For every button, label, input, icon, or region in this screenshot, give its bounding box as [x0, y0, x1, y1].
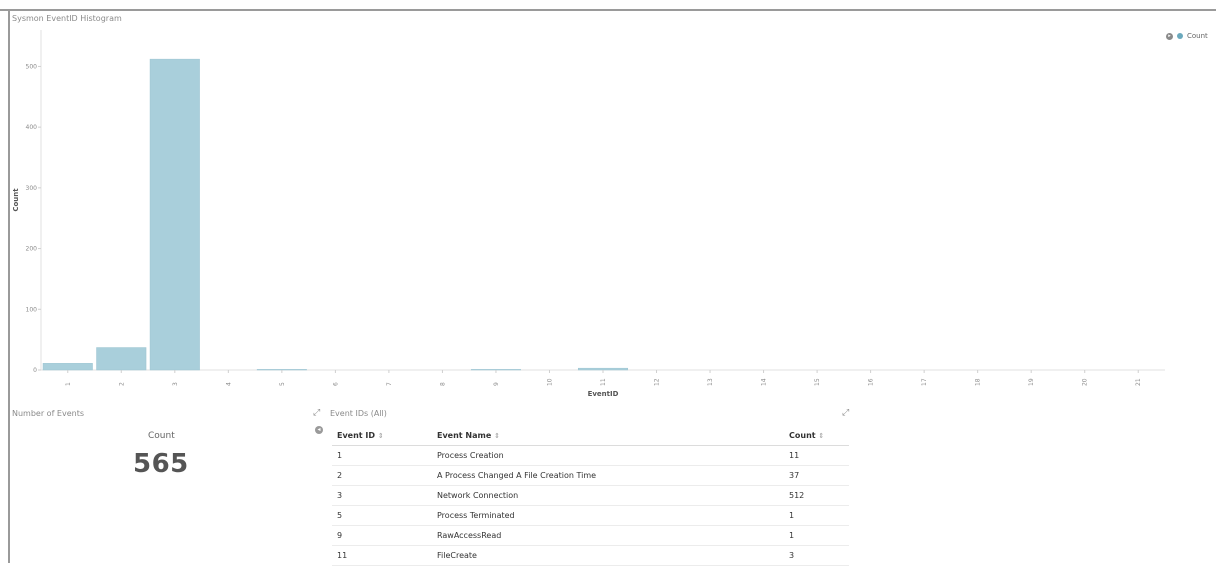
cell-event-name: Process Creation: [432, 445, 784, 466]
x-tick-label: 6: [332, 382, 339, 386]
column-label: Count: [789, 430, 816, 440]
x-tick-label: 1: [65, 382, 72, 386]
y-tick-label: 400: [26, 124, 38, 131]
table-panel-title: Event IDs (All): [330, 409, 387, 418]
x-tick-label: 13: [707, 378, 714, 386]
x-axis-title: EventID: [588, 390, 619, 398]
histogram-bar[interactable]: [256, 369, 307, 371]
table-row: 1 Process Creation 11: [332, 445, 849, 466]
sort-icon[interactable]: ⇕: [378, 432, 384, 440]
cell-event-id: 9: [332, 525, 432, 546]
y-tick-label: 0: [33, 367, 37, 374]
histogram-bar[interactable]: [149, 58, 200, 371]
y-tick-label: 500: [26, 63, 38, 70]
table-row: 2 A Process Changed A File Creation Time…: [332, 465, 849, 486]
column-label: Event Name: [437, 430, 492, 440]
column-label: Event ID: [337, 430, 376, 440]
y-tick-label: 300: [26, 185, 38, 192]
sort-icon[interactable]: ⇕: [818, 432, 824, 440]
legend-label[interactable]: Count: [1187, 32, 1208, 40]
x-tick-label: 18: [975, 378, 982, 386]
cell-event-name: A Process Changed A File Creation Time: [432, 465, 784, 486]
table-header-row: Event ID ⇕ Event Name ⇕ Count ⇕: [332, 425, 849, 446]
cell-event-name: Process Terminated: [432, 505, 784, 526]
x-tick-label: 21: [1135, 378, 1142, 386]
metric-value: 565: [133, 449, 189, 479]
cell-count: 512: [784, 485, 849, 506]
x-tick-label: 17: [921, 378, 928, 386]
column-header-event-name[interactable]: Event Name ⇕: [432, 425, 784, 446]
x-tick-label: 12: [654, 378, 661, 386]
x-tick-label: 20: [1082, 378, 1089, 386]
event-ids-table: Event ID ⇕ Event Name ⇕ Count ⇕ 1 Proces…: [332, 425, 849, 566]
metric-panel-title: Number of Events: [12, 409, 85, 418]
x-tick-label: 2: [118, 382, 125, 386]
chevron-left-icon[interactable]: ◂: [315, 426, 323, 434]
y-tick-label: 200: [26, 246, 38, 253]
cell-event-name: RawAccessRead: [432, 525, 784, 546]
cell-count: 1: [784, 505, 849, 526]
fullscreen-icon[interactable]: ⤢: [842, 408, 849, 418]
x-tick-label: 5: [279, 382, 286, 386]
table-row: 9 RawAccessRead 1: [332, 525, 849, 546]
expand-icon[interactable]: ⤢: [313, 408, 320, 418]
x-tick-label: 15: [814, 378, 821, 386]
cell-count: 37: [784, 465, 849, 486]
histogram-bar[interactable]: [42, 363, 93, 371]
chart-legend: ▸ Count: [1166, 32, 1208, 40]
table-row: 5 Process Terminated 1: [332, 505, 849, 526]
chevron-right-icon[interactable]: ▸: [1166, 32, 1173, 40]
sort-icon[interactable]: ⇕: [494, 432, 500, 440]
x-tick-label: 8: [439, 382, 446, 386]
x-tick-label: 10: [546, 378, 553, 386]
histogram-bar[interactable]: [470, 369, 521, 371]
histogram-chart: 01002003004005001 2 3 4 5 6 7 8 9 10 11 12 13 14 15 16 1…: [12, 30, 1165, 398]
legend-swatch[interactable]: [1177, 33, 1183, 39]
cell-event-name: Network Connection: [432, 485, 784, 506]
x-tick-label: 7: [386, 382, 393, 386]
cell-count: 11: [784, 445, 849, 466]
x-tick-label: 16: [868, 378, 875, 386]
column-header-event-id[interactable]: Event ID ⇕: [332, 425, 432, 446]
column-header-count[interactable]: Count ⇕: [784, 425, 849, 446]
cell-event-id: 2: [332, 465, 432, 486]
x-tick-label: 9: [493, 382, 500, 386]
cell-event-id: 3: [332, 485, 432, 506]
cell-count: 1: [784, 525, 849, 546]
cell-event-id: 1: [332, 445, 432, 466]
x-tick-label: 4: [225, 382, 232, 386]
x-tick-label: 19: [1028, 378, 1035, 386]
histogram-bar[interactable]: [96, 347, 147, 371]
y-axis-title: Count: [12, 188, 20, 212]
x-tick-label: 3: [172, 382, 179, 386]
x-tick-label: 11: [600, 378, 607, 386]
metric-label: Count: [148, 431, 175, 441]
table-row: 3 Network Connection 512: [332, 485, 849, 506]
x-tick-label: 14: [761, 378, 768, 386]
histogram-bar[interactable]: [577, 367, 629, 371]
y-tick-label: 100: [26, 306, 38, 313]
cell-event-id: 5: [332, 505, 432, 526]
